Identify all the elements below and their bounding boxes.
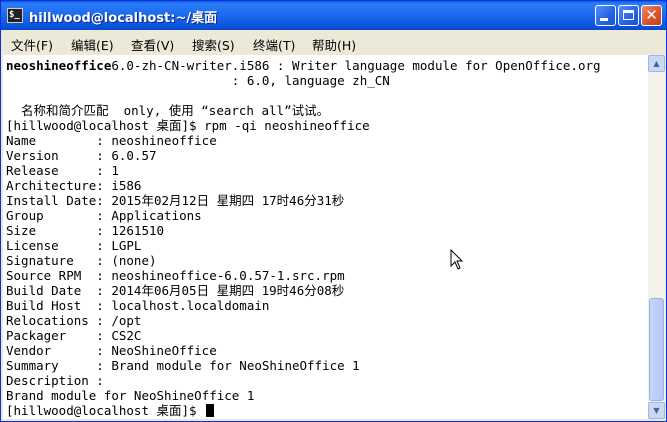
terminal-line: neoshineoffice6.0-zh-CN-writer.i586 : Wr… — [6, 58, 601, 73]
menu-edit[interactable]: 编辑(E) — [71, 35, 114, 54]
terminal-text: 6.0-zh-CN-writer.i586 : Writer language … — [111, 58, 601, 73]
terminal-line: Name : neoshineoffice — [6, 133, 217, 148]
terminal-line: Source RPM : neoshineoffice-6.0.57-1.src… — [6, 268, 345, 283]
terminal-line: Group : Applications — [6, 208, 202, 223]
terminal-line: Brand module for NeoShineOffice 1 — [6, 388, 255, 403]
terminal-line: Signature : (none) — [6, 253, 157, 268]
terminal-line: Relocations : /opt — [6, 313, 142, 328]
scrollbar-thumb[interactable] — [649, 298, 664, 401]
maximize-button[interactable] — [618, 5, 639, 26]
vertical-scrollbar[interactable]: ▲ ▼ — [648, 55, 665, 419]
close-button[interactable]: ✕ — [641, 5, 662, 26]
terminal-line: Description : — [6, 373, 104, 388]
mouse-pointer-icon — [450, 249, 464, 270]
menu-file[interactable]: 文件(F) — [11, 35, 53, 54]
menu-view[interactable]: 查看(V) — [131, 35, 174, 54]
terminal-output[interactable]: neoshineoffice6.0-zh-CN-writer.i586 : Wr… — [3, 55, 648, 419]
terminal-line: License : LGPL — [6, 238, 142, 253]
terminal-line: Size : 1261510 — [6, 223, 165, 238]
menu-bar: 文件(F) 编辑(E) 查看(V) 搜索(S) 终端(T) 帮助(H) — [1, 30, 666, 55]
terminal-line: Vendor : NeoShineOffice — [6, 343, 217, 358]
shell-prompt: [hillwood@localhost 桌面]$ — [6, 403, 205, 418]
terminal-line: Release : 1 — [6, 163, 119, 178]
terminal-app-icon: $_ — [7, 8, 23, 23]
terminal-line: Architecture: i586 — [6, 178, 142, 193]
menu-search[interactable]: 搜索(S) — [192, 35, 235, 54]
terminal-line: 名称和简介匹配 only, 使用 “search all”试试。 — [6, 103, 330, 118]
title-bar[interactable]: $_ hillwood@localhost:~/桌面 ✕ — [1, 1, 666, 30]
terminal-line: Build Date : 2014年06月05日 星期四 19时46分08秒 — [6, 283, 345, 298]
text-cursor — [206, 404, 215, 417]
terminal-line: Packager : CS2C — [6, 328, 142, 343]
maximize-icon — [623, 10, 634, 20]
terminal-line: Build Host : localhost.localdomain — [6, 298, 270, 313]
window-title: hillwood@localhost:~/桌面 — [29, 11, 218, 26]
minimize-button[interactable] — [595, 5, 616, 26]
minimize-icon — [600, 18, 608, 21]
terminal-line: : 6.0, language zh_CN — [6, 73, 390, 88]
close-icon: ✕ — [645, 6, 658, 24]
scroll-up-icon[interactable]: ▲ — [648, 55, 665, 72]
scroll-down-icon[interactable]: ▼ — [648, 402, 665, 419]
prompt-line[interactable]: [hillwood@localhost 桌面]$ — [6, 403, 215, 418]
menu-help[interactable]: 帮助(H) — [312, 35, 356, 54]
package-name: neoshineoffice — [6, 58, 112, 73]
menu-terminal[interactable]: 终端(T) — [253, 35, 295, 54]
terminal-window: $_ hillwood@localhost:~/桌面 ✕ 文件(F) 编辑(E)… — [0, 0, 667, 422]
terminal-line: [hillwood@localhost 桌面]$ rpm -qi neoshin… — [6, 118, 370, 133]
terminal-line: Install Date: 2015年02月12日 星期四 17时46分31秒 — [6, 193, 345, 208]
terminal-line: Version : 6.0.57 — [6, 148, 157, 163]
terminal-line: Summary : Brand module for NeoShineOffic… — [6, 358, 360, 373]
